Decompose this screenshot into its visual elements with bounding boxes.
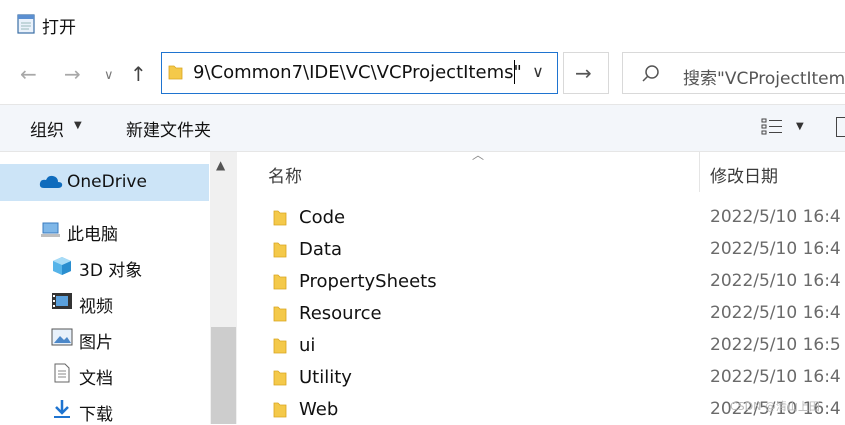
sort-ascending-icon: ︿ <box>472 148 485 162</box>
column-header-date[interactable]: 修改日期 <box>710 162 778 187</box>
cube-icon <box>53 257 71 275</box>
folder-icon <box>273 210 287 226</box>
title-bar <box>0 0 845 46</box>
folder-icon <box>273 370 287 386</box>
picture-icon <box>51 328 73 346</box>
sidebar-item-label: 图片 <box>79 333 113 353</box>
sidebar-item-label: 3D 对象 <box>79 261 143 281</box>
sidebar-item-label: 下载 <box>79 405 113 425</box>
file-name[interactable]: Utility <box>299 367 352 388</box>
search-placeholder: 搜索"VCProjectItem <box>683 69 845 89</box>
search-icon <box>642 65 659 82</box>
watermark-text: CSDN @清山上田 <box>730 400 820 413</box>
sidebar-item-label: 文档 <box>79 369 113 389</box>
download-icon <box>54 400 70 418</box>
forward-button[interactable]: → <box>64 62 81 86</box>
file-name[interactable]: ui <box>299 335 315 356</box>
address-dropdown-icon[interactable]: ∨ <box>524 62 552 84</box>
document-icon <box>54 363 70 383</box>
folder-icon <box>168 65 183 80</box>
file-date: 2022/5/10 16:4 <box>710 271 841 291</box>
folder-icon <box>273 242 287 258</box>
organize-button[interactable]: 组织 <box>30 116 64 141</box>
up-button[interactable]: ↑ <box>130 62 147 86</box>
scrollbar-thumb[interactable] <box>211 327 236 424</box>
go-arrow-icon: → <box>575 61 592 85</box>
preview-pane-icon[interactable] <box>836 117 845 137</box>
back-button[interactable]: ← <box>20 62 37 86</box>
notepad-icon <box>17 14 35 34</box>
folder-icon <box>273 338 287 354</box>
folder-icon <box>273 274 287 290</box>
recent-locations-chevron-icon[interactable]: ∨ <box>104 64 114 88</box>
window-title: 打开 <box>42 18 76 38</box>
file-date: 2022/5/10 16:4 <box>710 367 841 387</box>
file-name[interactable]: Code <box>299 207 345 228</box>
sidebar-item-label: 此电脑 <box>67 225 118 245</box>
file-name[interactable]: Web <box>299 399 338 420</box>
file-date: 2022/5/10 16:4 <box>710 239 841 259</box>
new-folder-button[interactable]: 新建文件夹 <box>126 116 211 141</box>
video-icon <box>52 293 72 309</box>
view-dropdown-icon[interactable]: ▼ <box>796 121 804 132</box>
file-name[interactable]: Resource <box>299 303 382 324</box>
scroll-up-icon[interactable]: ▲ <box>216 158 225 172</box>
file-name[interactable]: PropertySheets <box>299 271 437 292</box>
address-path[interactable]: 9\Common7\IDE\VC\VCProjectItems" <box>193 62 522 83</box>
organize-dropdown-icon[interactable]: ▼ <box>74 120 82 131</box>
folder-icon <box>273 402 287 418</box>
view-options-icon[interactable] <box>761 117 783 137</box>
text-caret <box>514 60 515 84</box>
sidebar-item-label: 视频 <box>79 297 113 317</box>
file-name[interactable]: Data <box>299 239 342 260</box>
file-date: 2022/5/10 16:4 <box>710 207 841 227</box>
sidebar-item-label: OneDrive <box>67 172 147 192</box>
file-date: 2022/5/10 16:4 <box>710 303 841 323</box>
column-divider[interactable] <box>699 152 700 192</box>
folder-icon <box>273 306 287 322</box>
computer-icon <box>41 222 60 237</box>
file-date: 2022/5/10 16:5 <box>710 335 841 355</box>
column-header-name[interactable]: 名称 <box>268 162 302 187</box>
cloud-icon <box>39 175 63 188</box>
